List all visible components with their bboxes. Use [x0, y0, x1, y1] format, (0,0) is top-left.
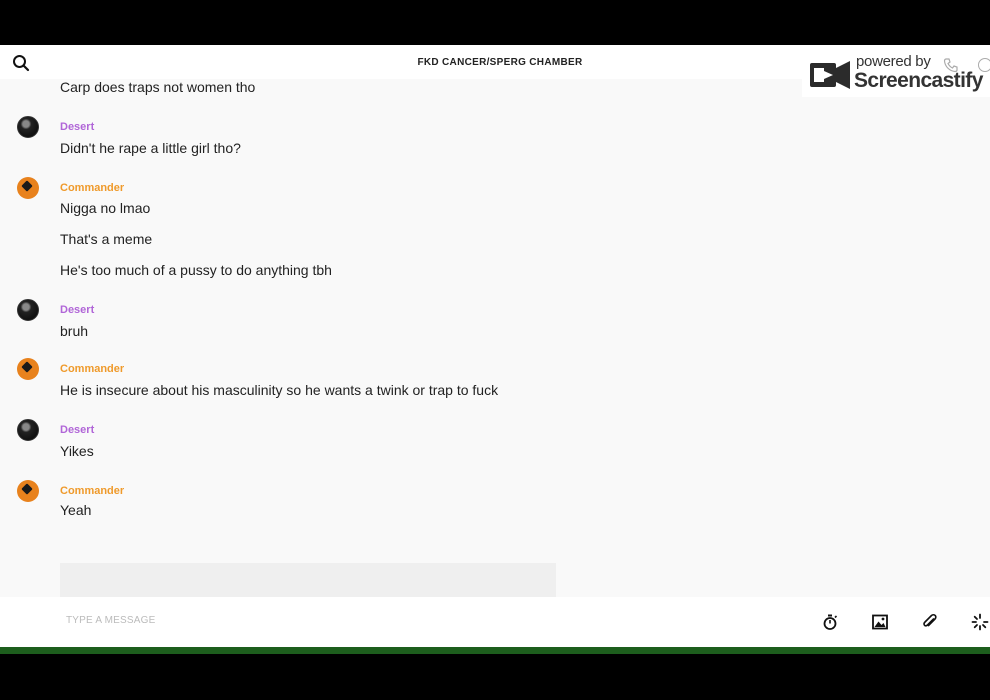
avatar[interactable] [17, 299, 39, 321]
sender-name[interactable]: Commander [60, 485, 124, 497]
sender-name[interactable]: Commander [60, 363, 124, 375]
screencastify-logo-icon [810, 61, 850, 89]
avatar[interactable] [17, 419, 39, 441]
chat-app: FKD CANCER/SPERG CHAMBER Carp does traps… [0, 45, 990, 654]
sender-name[interactable]: Desert [60, 424, 94, 436]
message-text: bruh [60, 323, 89, 339]
avatar[interactable] [17, 116, 39, 138]
message-text: He's too much of a pussy to do anything … [60, 262, 332, 278]
message-list: Carp does traps not women tho Desert Did… [0, 79, 990, 633]
message-input[interactable]: TYPE A MESSAGE [66, 615, 156, 626]
sender-name[interactable]: Desert [60, 304, 94, 316]
phone-icon[interactable] [943, 57, 959, 73]
avatar[interactable] [17, 177, 39, 199]
avatar[interactable] [17, 480, 39, 502]
image-icon[interactable] [871, 613, 889, 631]
screencastify-watermark: powered by Screencastify [802, 49, 990, 97]
message-text: Yikes [60, 443, 94, 459]
stopwatch-icon[interactable] [821, 613, 839, 631]
message-text: Didn't he rape a little girl tho? [60, 140, 241, 156]
message-text: Yeah [60, 502, 92, 518]
sender-name[interactable]: Desert [60, 121, 94, 133]
message-text: That's a meme [60, 231, 153, 247]
avatar[interactable] [17, 358, 39, 380]
sender-name[interactable]: Commander [60, 182, 124, 194]
letterbox-bottom [0, 654, 990, 700]
message-text: Carp does traps not women tho [60, 79, 256, 95]
paperclip-icon[interactable] [921, 613, 939, 631]
watermark-brand: Screencastify [854, 69, 983, 92]
info-icon[interactable] [978, 58, 990, 72]
status-bar [0, 647, 990, 654]
message-composer: TYPE A MESSAGE [0, 597, 990, 647]
message-text: He is insecure about his masculinity so … [60, 382, 499, 398]
watermark-powered-by: powered by [856, 53, 931, 70]
message-text: Nigga no lmao [60, 200, 151, 216]
letterbox-top [0, 0, 990, 45]
spinner-icon[interactable] [971, 613, 989, 631]
